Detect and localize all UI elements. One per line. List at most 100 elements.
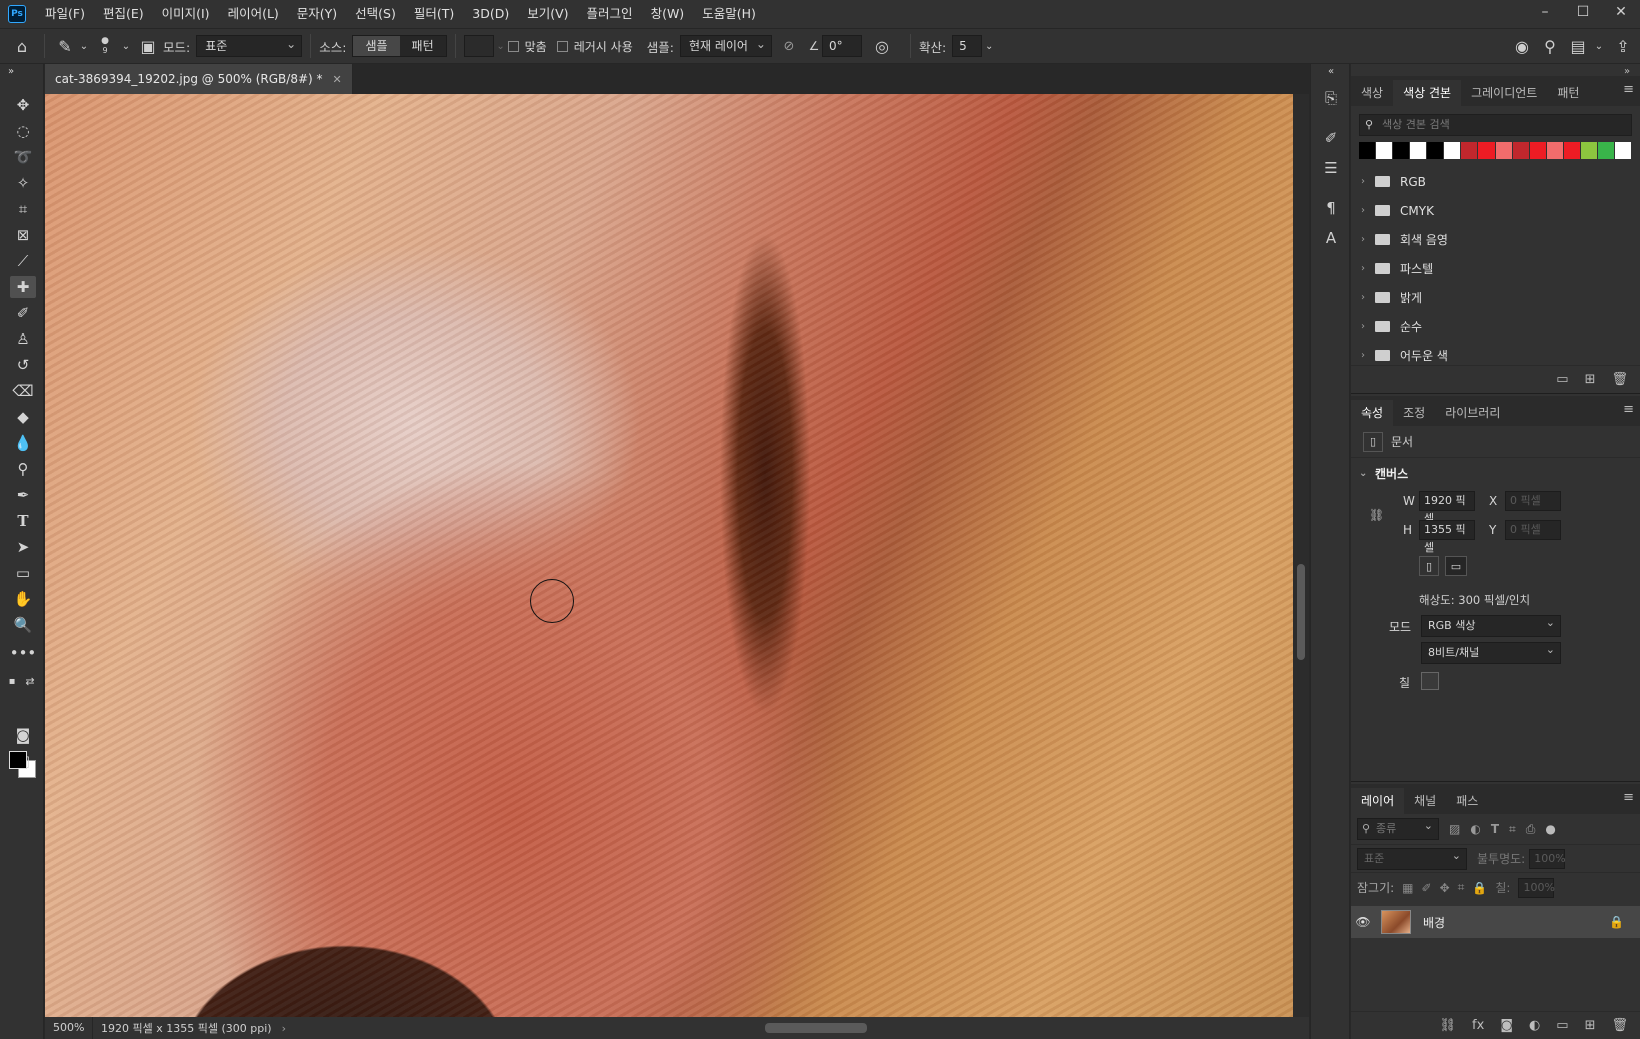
color-swatch[interactable]	[1529, 142, 1546, 159]
filter-adjustment-icon[interactable]: ◐	[1470, 822, 1480, 836]
panel-menu-icon[interactable]: ≡	[1623, 82, 1634, 97]
maximize-button[interactable]: ☐	[1564, 0, 1602, 24]
lock-transparent-icon[interactable]: ▦	[1402, 881, 1413, 895]
menu-view[interactable]: 보기(V)	[518, 0, 577, 28]
color-swatch[interactable]	[1427, 142, 1444, 159]
menu-plugins[interactable]: 플러그인	[578, 0, 642, 28]
brush-size-picker[interactable]: ● 9	[91, 37, 119, 56]
close-tab-icon[interactable]: ✕	[333, 73, 342, 86]
color-swatch[interactable]	[1478, 142, 1495, 159]
delete-icon[interactable]: 🗑	[1611, 372, 1628, 387]
brush-settings-icon[interactable]: ▣	[133, 37, 163, 56]
share-icon[interactable]: ⇪	[1606, 37, 1640, 56]
character-panel-icon[interactable]: A	[1319, 226, 1343, 250]
lock-all-icon[interactable]: 🔒	[1472, 881, 1487, 895]
chevron-down-icon[interactable]: ⌄	[494, 41, 508, 52]
tab-color[interactable]: 색상	[1351, 80, 1393, 106]
chevron-down-icon[interactable]: ⌄	[77, 41, 91, 52]
swap-colors-icon[interactable]: ⇄	[22, 670, 38, 692]
mode-select[interactable]: 표준	[196, 34, 303, 57]
foreground-color-swatch[interactable]	[9, 751, 27, 769]
adjustment-layer-icon[interactable]: ◐	[1529, 1018, 1540, 1033]
source-sampled-button[interactable]: 샘플	[353, 36, 400, 56]
new-layer-icon[interactable]: ⊞	[1585, 1018, 1596, 1033]
swatch-folder-pure[interactable]: › 순수	[1351, 312, 1640, 341]
angle-input[interactable]: 0°	[821, 35, 862, 57]
dodge-tool-icon[interactable]: ⚲	[10, 458, 36, 480]
mask-icon[interactable]: ◙	[1500, 1018, 1513, 1033]
blend-mode-select[interactable]: 표준	[1357, 846, 1467, 870]
workspace-icon[interactable]: ▤	[1564, 37, 1592, 56]
x-input[interactable]: 0 픽셀	[1505, 491, 1561, 511]
menu-select[interactable]: 선택(S)	[346, 0, 405, 28]
color-mode-select[interactable]: RGB 색상	[1421, 613, 1561, 637]
close-button[interactable]: ✕	[1602, 0, 1640, 24]
pressure-size-icon[interactable]: ◎	[862, 37, 902, 56]
link-layers-icon[interactable]: ⛓	[1440, 1018, 1457, 1033]
menu-help[interactable]: 도움말(H)	[693, 0, 765, 28]
tab-adjustments[interactable]: 조정	[1393, 400, 1435, 426]
image-canvas[interactable]	[45, 94, 1293, 1017]
crop-tool-icon[interactable]: ⌗	[10, 198, 36, 220]
history-brush-tool-icon[interactable]: ↺	[10, 354, 36, 376]
layer-row[interactable]: 👁 배경 🔒	[1351, 906, 1640, 938]
color-swatch[interactable]	[1580, 142, 1597, 159]
scroll-thumb[interactable]	[1297, 564, 1305, 660]
ignore-adjustment-layers-icon[interactable]: ⊘	[772, 39, 806, 54]
fill-input[interactable]: 100%	[1518, 877, 1555, 898]
tab-libraries[interactable]: 라이브러리	[1435, 400, 1510, 426]
collapse-icon[interactable]: «	[1319, 66, 1343, 77]
new-folder-icon[interactable]: ▭	[1556, 372, 1568, 387]
menu-3d[interactable]: 3D(D)	[463, 0, 518, 28]
more-tools-icon[interactable]: •••	[10, 642, 37, 664]
lock-image-icon[interactable]: ✐	[1422, 881, 1432, 895]
diffusion-input[interactable]: 5	[952, 35, 983, 57]
chevron-down-icon[interactable]: ⌄	[982, 41, 996, 52]
search-icon[interactable]: ⚲	[1536, 37, 1564, 56]
move-tool-icon[interactable]: ✥	[10, 94, 36, 116]
swatch-folder-cmyk[interactable]: › CMYK	[1351, 196, 1640, 225]
quick-mask-icon[interactable]: ◙	[10, 724, 36, 746]
opacity-input[interactable]: 100%	[1529, 848, 1566, 869]
tab-layers[interactable]: 레이어	[1351, 788, 1405, 814]
default-colors-icon[interactable]: ▪	[4, 670, 20, 692]
tab-patterns[interactable]: 패턴	[1547, 80, 1589, 106]
panel-menu-icon[interactable]: ≡	[1623, 790, 1634, 805]
color-swatch[interactable]	[1359, 142, 1376, 159]
home-icon[interactable]: ⌂	[0, 37, 44, 56]
tab-properties[interactable]: 속성	[1351, 400, 1394, 426]
type-tool-icon[interactable]: T	[10, 510, 36, 532]
canvas-section-header[interactable]: ⌄ 캔버스	[1351, 458, 1640, 488]
delete-icon[interactable]: 🗑	[1611, 1018, 1628, 1033]
visibility-eye-icon[interactable]: 👁	[1351, 915, 1375, 929]
tab-swatches[interactable]: 색상 견본	[1393, 80, 1462, 106]
chevron-right-icon[interactable]: ›	[282, 1022, 286, 1035]
menu-layer[interactable]: 레이어(L)	[219, 0, 288, 28]
filter-shape-icon[interactable]: ⌗	[1509, 822, 1516, 837]
color-swatch[interactable]	[1546, 142, 1563, 159]
source-pattern-button[interactable]: 패턴	[400, 36, 446, 56]
tab-channels[interactable]: 채널	[1404, 788, 1446, 814]
magic-wand-tool-icon[interactable]: ✧	[10, 172, 36, 194]
zoom-tool-icon[interactable]: 🔍	[10, 614, 36, 636]
layer-filter-select[interactable]: ⚲ 종류	[1357, 816, 1439, 840]
swatch-search-input[interactable]: ⚲ 색상 견본 검색	[1359, 114, 1632, 136]
vertical-scrollbar[interactable]	[1293, 94, 1309, 1017]
swatch-folder-grayscale[interactable]: › 회색 음영	[1351, 225, 1640, 254]
color-swatch[interactable]	[1495, 142, 1512, 159]
zoom-level[interactable]: 500%	[45, 1017, 93, 1039]
path-selection-tool-icon[interactable]: ➤	[10, 536, 36, 558]
collapse-icon[interactable]: »	[1619, 66, 1635, 77]
lock-position-icon[interactable]: ✥	[1440, 881, 1450, 895]
brush-settings-panel-icon[interactable]: ✐	[1319, 126, 1343, 150]
chevron-down-icon[interactable]: ⌄	[119, 41, 133, 52]
link-icon[interactable]: ⛓	[1369, 508, 1384, 522]
menu-window[interactable]: 창(W)	[642, 0, 694, 28]
horizontal-scrollbar[interactable]	[325, 1023, 1290, 1033]
document-tab[interactable]: cat-3869394_19202.jpg @ 500% (RGB/8#) * …	[45, 64, 353, 94]
adjustments-panel-icon[interactable]: ☰	[1319, 156, 1343, 180]
menu-edit[interactable]: 편집(E)	[94, 0, 153, 28]
blur-tool-icon[interactable]: 💧	[10, 432, 36, 454]
menu-image[interactable]: 이미지(I)	[153, 0, 219, 28]
tab-gradients[interactable]: 그레이디언트	[1461, 80, 1547, 106]
